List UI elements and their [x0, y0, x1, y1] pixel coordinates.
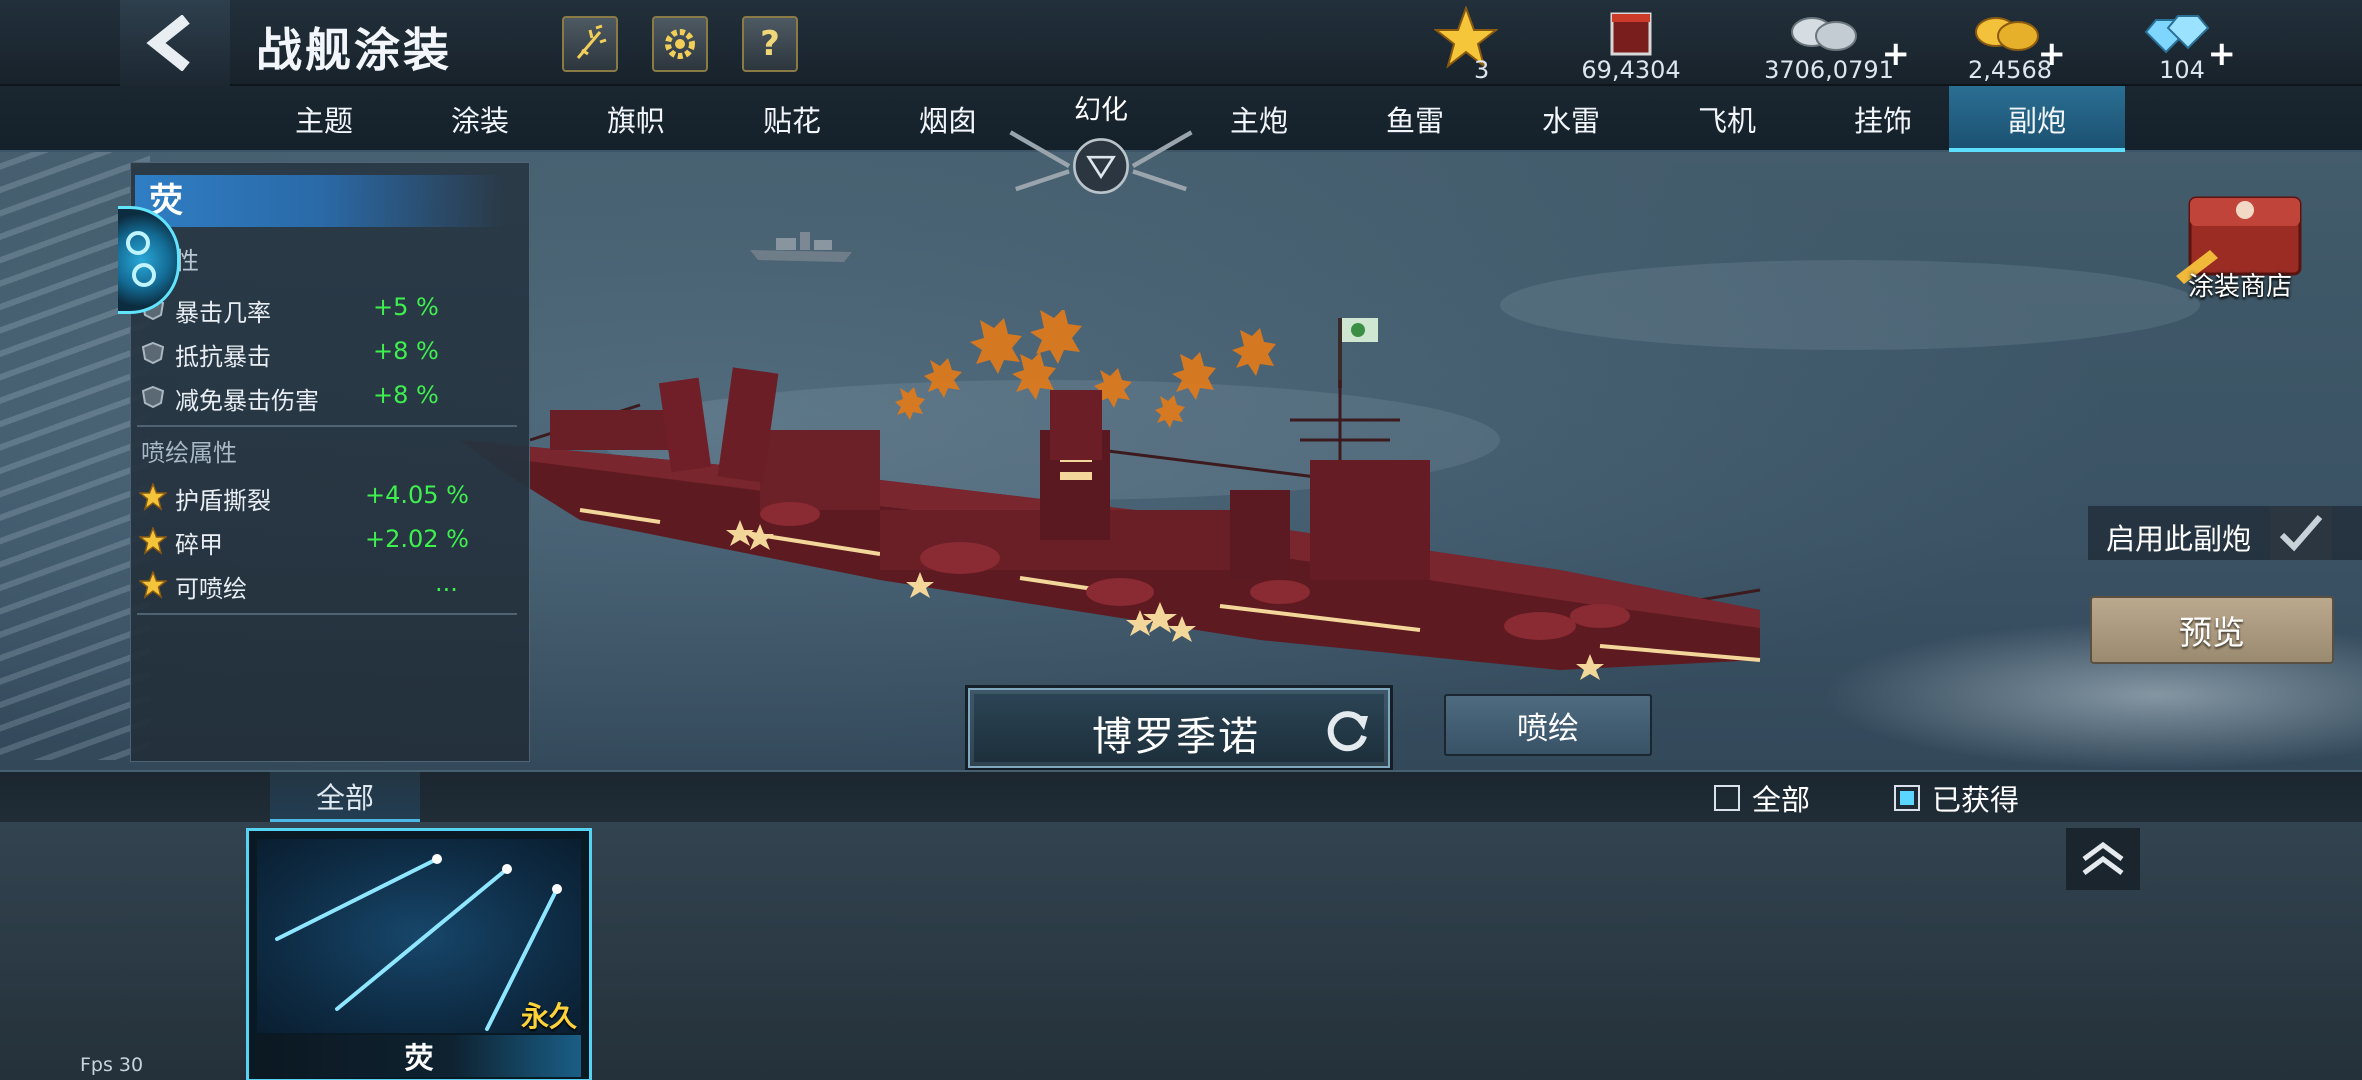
- paint-shop-label: 涂装商店: [2188, 272, 2293, 302]
- chain-lock-icon: [1009, 130, 1193, 195]
- shield-icon: [139, 383, 167, 411]
- preview-button[interactable]: 预览: [2090, 596, 2334, 664]
- add-diamond-icon[interactable]: +: [2208, 34, 2237, 74]
- fireworks-button[interactable]: [562, 16, 618, 72]
- add-silver-icon[interactable]: +: [1882, 34, 1911, 74]
- tab-torpedo[interactable]: 鱼雷: [1337, 86, 1493, 152]
- silver-coins-icon: [1791, 17, 1857, 51]
- gear-icon: [665, 29, 695, 59]
- fireworks-icon: [576, 24, 607, 59]
- distant-ship: [750, 232, 852, 262]
- tab-mine[interactable]: 水雷: [1493, 86, 1649, 152]
- tab-theme[interactable]: 主题: [246, 86, 402, 152]
- add-gold-icon[interactable]: +: [2038, 34, 2067, 74]
- skin-item-card[interactable]: 永久 荧: [246, 828, 592, 1080]
- spray-paint-button[interactable]: 喷绘: [1444, 694, 1652, 756]
- paint-bucket-icon: [1610, 12, 1652, 56]
- permanent-badge: 永久: [521, 1000, 578, 1033]
- battleship-model: [460, 310, 1761, 680]
- back-button[interactable]: [120, 0, 230, 86]
- top-bar: 战舰涂装 ? 3 69,4304 3706,0791 + 2,4568 + 10…: [0, 0, 2362, 86]
- tab-aircraft[interactable]: 飞机: [1649, 86, 1805, 152]
- double-chevron-up-icon: [2082, 841, 2124, 876]
- filter-owned[interactable]: 已获得: [1894, 780, 2019, 817]
- filter-all[interactable]: 全部: [1714, 780, 1810, 817]
- resource-silver[interactable]: 3706,0791 +: [1754, 6, 1910, 86]
- stat-row: 抵抗暴击 +8 %: [139, 331, 519, 375]
- collapse-drawer-button[interactable]: [2066, 828, 2140, 890]
- stat-row: 暴击几率 +5 %: [139, 287, 519, 331]
- tab-transform-label: 幻化: [1074, 95, 1128, 126]
- checkmark-icon: [2279, 515, 2323, 552]
- tab-all-items[interactable]: 全部: [270, 772, 420, 822]
- star-icon: [139, 571, 167, 599]
- settings-button[interactable]: [652, 16, 708, 72]
- enable-secondary-checkbox[interactable]: [2270, 506, 2332, 560]
- resource-stars: 3: [1434, 6, 1504, 86]
- emblem-icon: [118, 206, 180, 314]
- item-drawer: 全部 全部 已获得 永久 荧: [0, 770, 2362, 1080]
- attribute-panel: 荧 性 暴击几率 +5 % 抵抗暴击 +8 % 减免暴击伤害 +8 % 喷绘属性…: [130, 162, 530, 762]
- fps-counter: Fps 30: [80, 1054, 144, 1076]
- star-icon: [139, 483, 167, 511]
- help-icon: ?: [760, 24, 780, 64]
- help-button[interactable]: ?: [742, 16, 798, 72]
- tab-flag[interactable]: 旗帜: [558, 86, 714, 152]
- tab-ornament[interactable]: 挂饰: [1805, 86, 1961, 152]
- resource-gold[interactable]: 2,4568 +: [1960, 6, 2066, 86]
- tab-paint[interactable]: 涂装: [402, 86, 558, 152]
- shield-icon: [139, 339, 167, 367]
- panel-title: 荧: [135, 175, 505, 227]
- ship-selector-button[interactable]: 博罗季诺: [968, 688, 1390, 768]
- skin-item-name: 荧: [257, 1035, 581, 1077]
- tab-transform-locked[interactable]: 幻化: [995, 86, 1207, 198]
- stat-row: 可喷绘 ...: [139, 563, 519, 607]
- stat-row: 碎甲 +2.02 %: [139, 519, 519, 563]
- checkbox-icon: [1714, 785, 1740, 811]
- stat-row: 减免暴击伤害 +8 %: [139, 375, 519, 419]
- resource-diamond[interactable]: 104 +: [2134, 6, 2236, 86]
- star-icon: [139, 527, 167, 555]
- resource-paint: 69,4304: [1576, 6, 1686, 86]
- tab-secondary-gun[interactable]: 副炮: [1949, 86, 2125, 152]
- divider: [137, 425, 517, 427]
- divider: [137, 613, 517, 615]
- checkbox-checked-icon: [1894, 785, 1920, 811]
- refresh-icon[interactable]: [1322, 706, 1372, 756]
- ship-name: 博罗季诺: [1092, 714, 1260, 760]
- tab-decal[interactable]: 贴花: [714, 86, 870, 152]
- stat-row: 护盾撕裂 +4.05 %: [139, 475, 519, 519]
- chevron-left-icon: [146, 15, 190, 71]
- page-title: 战舰涂装: [256, 23, 452, 77]
- spray-section-label: 喷绘属性: [141, 439, 237, 467]
